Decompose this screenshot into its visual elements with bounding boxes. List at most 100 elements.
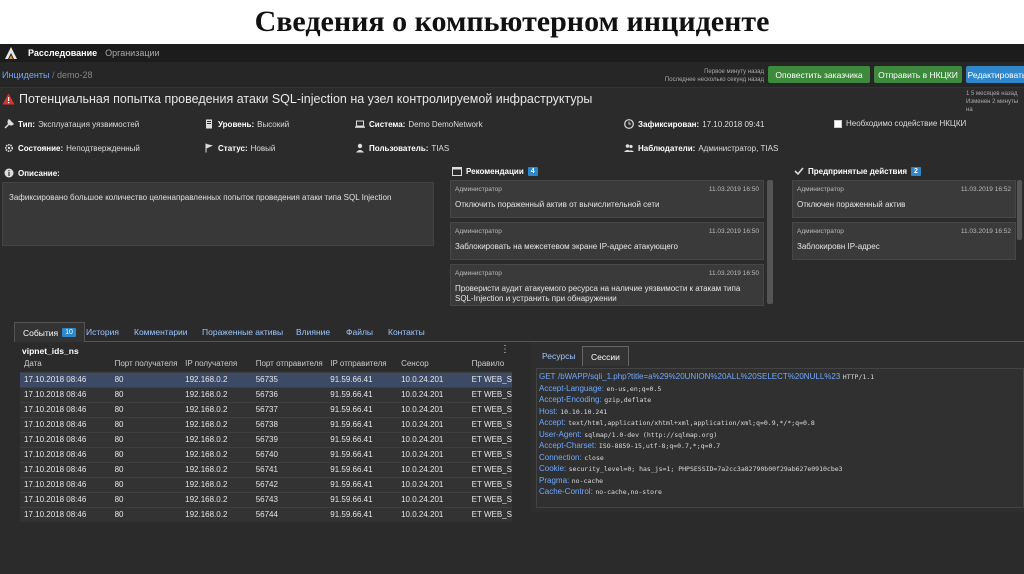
actions-taken-count-badge: 2 bbox=[911, 166, 921, 176]
table-cell: 10.0.24.201 bbox=[397, 371, 468, 387]
http-header-line: Accept-Language: en-us,en;q=0.5 bbox=[539, 383, 1021, 395]
table-cell: ET WEB_S bbox=[467, 476, 512, 492]
recommendations-scrollbar[interactable] bbox=[767, 180, 773, 304]
table-row[interactable]: 17.10.2018 08:46 80 192.168.0.2 56742 91.59.… bbox=[20, 476, 512, 492]
recommendation-card[interactable]: Администратор 11.03.2019 16:50 Заблокиро… bbox=[450, 222, 764, 260]
col-date[interactable]: Дата bbox=[20, 356, 111, 372]
nkcki-assist-checkbox-row[interactable]: Необходимо содействие НКЦКИ bbox=[834, 119, 966, 128]
col-rule[interactable]: Правило bbox=[468, 356, 512, 372]
table-row[interactable]: 17.10.2018 08:46 80 192.168.0.2 56737 91.59.… bbox=[20, 401, 512, 417]
field-observers-label: Наблюдатели: bbox=[638, 143, 696, 153]
tab-files[interactable]: Файлы bbox=[338, 322, 381, 342]
table-cell: ET WEB_S bbox=[467, 386, 512, 402]
action-author: Администратор bbox=[797, 228, 844, 235]
table-cell: 80 bbox=[110, 491, 182, 507]
table-cell: 91.59.66.41 bbox=[326, 491, 398, 507]
more-options-icon[interactable]: ⋮ bbox=[500, 344, 510, 355]
recommendation-author: Администратор bbox=[455, 186, 502, 193]
table-cell: 10.0.24.201 bbox=[397, 401, 468, 417]
table-cell: 56739 bbox=[251, 431, 327, 447]
http-request-line: GET /bWAPP/sqli_1.php?title=a%29%20UNION… bbox=[539, 371, 1021, 383]
table-row[interactable]: 17.10.2018 08:46 80 192.168.0.2 56740 91.59.… bbox=[20, 446, 512, 462]
tab-events[interactable]: События 10 bbox=[14, 322, 85, 342]
calendar-icon bbox=[452, 167, 462, 176]
col-sensor[interactable]: Сенсор bbox=[397, 356, 468, 372]
table-cell: 17.10.2018 08:46 bbox=[20, 476, 111, 492]
http-request-view: GET /bWAPP/sqli_1.php?title=a%29%20UNION… bbox=[536, 368, 1024, 508]
update-first: Первое минуту назад bbox=[704, 69, 764, 75]
http-headers: Accept-Language: en-us,en;q=0.5 Accept-En… bbox=[539, 383, 1021, 498]
tab-sessions[interactable]: Сессии bbox=[582, 346, 629, 366]
table-header-row: Дата Порт получателя IP получателя Порт … bbox=[20, 356, 512, 372]
table-cell: 91.59.66.41 bbox=[326, 386, 398, 402]
app-window: Расследование Организации Инциденты / de… bbox=[0, 44, 1024, 574]
actions-taken-scrollbar[interactable] bbox=[1017, 180, 1022, 240]
table-cell: 17.10.2018 08:46 bbox=[20, 491, 111, 507]
field-level-label: Уровень: bbox=[218, 119, 255, 129]
info-icon bbox=[4, 168, 14, 178]
table-cell: ET WEB_S bbox=[467, 446, 512, 462]
http-header-value: 10.10.10.241 bbox=[560, 407, 608, 416]
users-icon bbox=[624, 144, 634, 152]
field-level: Уровень: Высокий bbox=[204, 119, 289, 129]
nkcki-assist-checkbox[interactable] bbox=[834, 119, 842, 128]
tab-impact[interactable]: Влияние bbox=[288, 322, 338, 342]
table-row[interactable]: 17.10.2018 08:46 80 192.168.0.2 56739 91.59.… bbox=[20, 431, 512, 447]
col-src-port[interactable]: Порт отправителя bbox=[252, 356, 327, 372]
recommendation-time: 11.03.2019 16:50 bbox=[708, 228, 759, 235]
tab-affected-assets[interactable]: Пораженные активы bbox=[194, 322, 291, 342]
tab-resources[interactable]: Ресурсы bbox=[534, 346, 584, 366]
actions-taken-section-title: Предпринятые действия 2 bbox=[794, 166, 921, 176]
table-cell: ET WEB_S bbox=[467, 371, 512, 387]
nav-organizations[interactable]: Организации bbox=[105, 48, 159, 58]
table-row[interactable]: 17.10.2018 08:46 80 192.168.0.2 56738 91.59.… bbox=[20, 416, 512, 432]
action-taken-card[interactable]: Администратор 11.03.2019 16:52 Заблокиро… bbox=[792, 222, 1016, 260]
table-cell: 56743 bbox=[251, 491, 327, 507]
table-cell: 91.59.66.41 bbox=[326, 371, 398, 387]
description-box: Зафиксировано большое количество целенап… bbox=[2, 182, 434, 246]
table-cell: 80 bbox=[110, 461, 182, 477]
notify-customer-button[interactable]: Оповестить заказчика bbox=[768, 66, 870, 83]
flag-icon bbox=[205, 143, 213, 153]
field-status-value: Новый bbox=[250, 143, 276, 153]
table-cell: 17.10.2018 08:46 bbox=[20, 461, 111, 477]
recommendation-text: Проверисти аудит атакуемого ресурса на н… bbox=[455, 284, 741, 303]
table-row[interactable]: 17.10.2018 08:46 80 192.168.0.2 56741 91.59.… bbox=[20, 461, 512, 477]
field-type-value: Эксплуатация уязвимостей bbox=[38, 119, 140, 129]
edit-button[interactable]: Редактировать bbox=[966, 66, 1024, 83]
breadcrumb-incidents-link[interactable]: Инциденты bbox=[2, 70, 49, 80]
table-cell: 10.0.24.201 bbox=[397, 431, 468, 447]
gear-icon bbox=[4, 143, 14, 153]
action-taken-card[interactable]: Администратор 11.03.2019 16:52 Отключен … bbox=[792, 180, 1016, 218]
change-info: 1 5 месяцев назад Изменен 2 минуты на bbox=[966, 90, 1024, 114]
table-cell: ET WEB_S bbox=[467, 506, 512, 522]
col-dst-ip[interactable]: IP получателя bbox=[181, 356, 252, 372]
table-row[interactable]: 17.10.2018 08:46 80 192.168.0.2 56735 91.59.… bbox=[20, 371, 512, 387]
table-cell: 91.59.66.41 bbox=[326, 401, 398, 417]
action-time: 11.03.2019 16:52 bbox=[960, 228, 1011, 235]
recommendation-card[interactable]: Администратор 11.03.2019 16:50 Проверист… bbox=[450, 264, 764, 306]
http-header-line: Accept-Encoding: gzip,deflate bbox=[539, 394, 1021, 406]
table-cell: 17.10.2018 08:46 bbox=[20, 386, 111, 402]
tab-contacts[interactable]: Контакты bbox=[380, 322, 433, 342]
recommendations-count-badge: 4 bbox=[527, 166, 538, 176]
recommendation-card[interactable]: Администратор 11.03.2019 16:50 Отключить… bbox=[450, 180, 764, 218]
col-dst-port[interactable]: Порт получателя bbox=[111, 356, 182, 372]
table-row[interactable]: 17.10.2018 08:46 80 192.168.0.2 56744 91.59.… bbox=[20, 506, 512, 522]
tab-comments[interactable]: Комментарии bbox=[126, 322, 196, 342]
nav-investigation[interactable]: Расследование bbox=[28, 48, 97, 58]
document-icon bbox=[206, 119, 212, 129]
change-info-created: 1 5 месяцев назад bbox=[966, 91, 1018, 97]
field-state: Состояние: Неподтвержденный bbox=[4, 143, 140, 153]
incident-title: Потенциальная попытка проведения атаки S… bbox=[19, 92, 593, 106]
send-nkcki-button[interactable]: Отправить в НКЦКИ bbox=[874, 66, 962, 83]
table-cell: 56738 bbox=[251, 416, 327, 432]
table-row[interactable]: 17.10.2018 08:46 80 192.168.0.2 56736 91.59.… bbox=[20, 386, 512, 402]
tab-history[interactable]: История bbox=[78, 322, 127, 342]
col-src-ip[interactable]: IP отправителя bbox=[326, 356, 397, 372]
field-registered-value: 17.10.2018 09:41 bbox=[702, 119, 765, 129]
breadcrumb-separator: / bbox=[51, 70, 55, 80]
table-cell: 56735 bbox=[251, 371, 327, 387]
breadcrumb-bar: Инциденты / demo-28 Первое минуту назад … bbox=[0, 62, 1024, 88]
table-row[interactable]: 17.10.2018 08:46 80 192.168.0.2 56743 91.59.… bbox=[20, 491, 512, 507]
